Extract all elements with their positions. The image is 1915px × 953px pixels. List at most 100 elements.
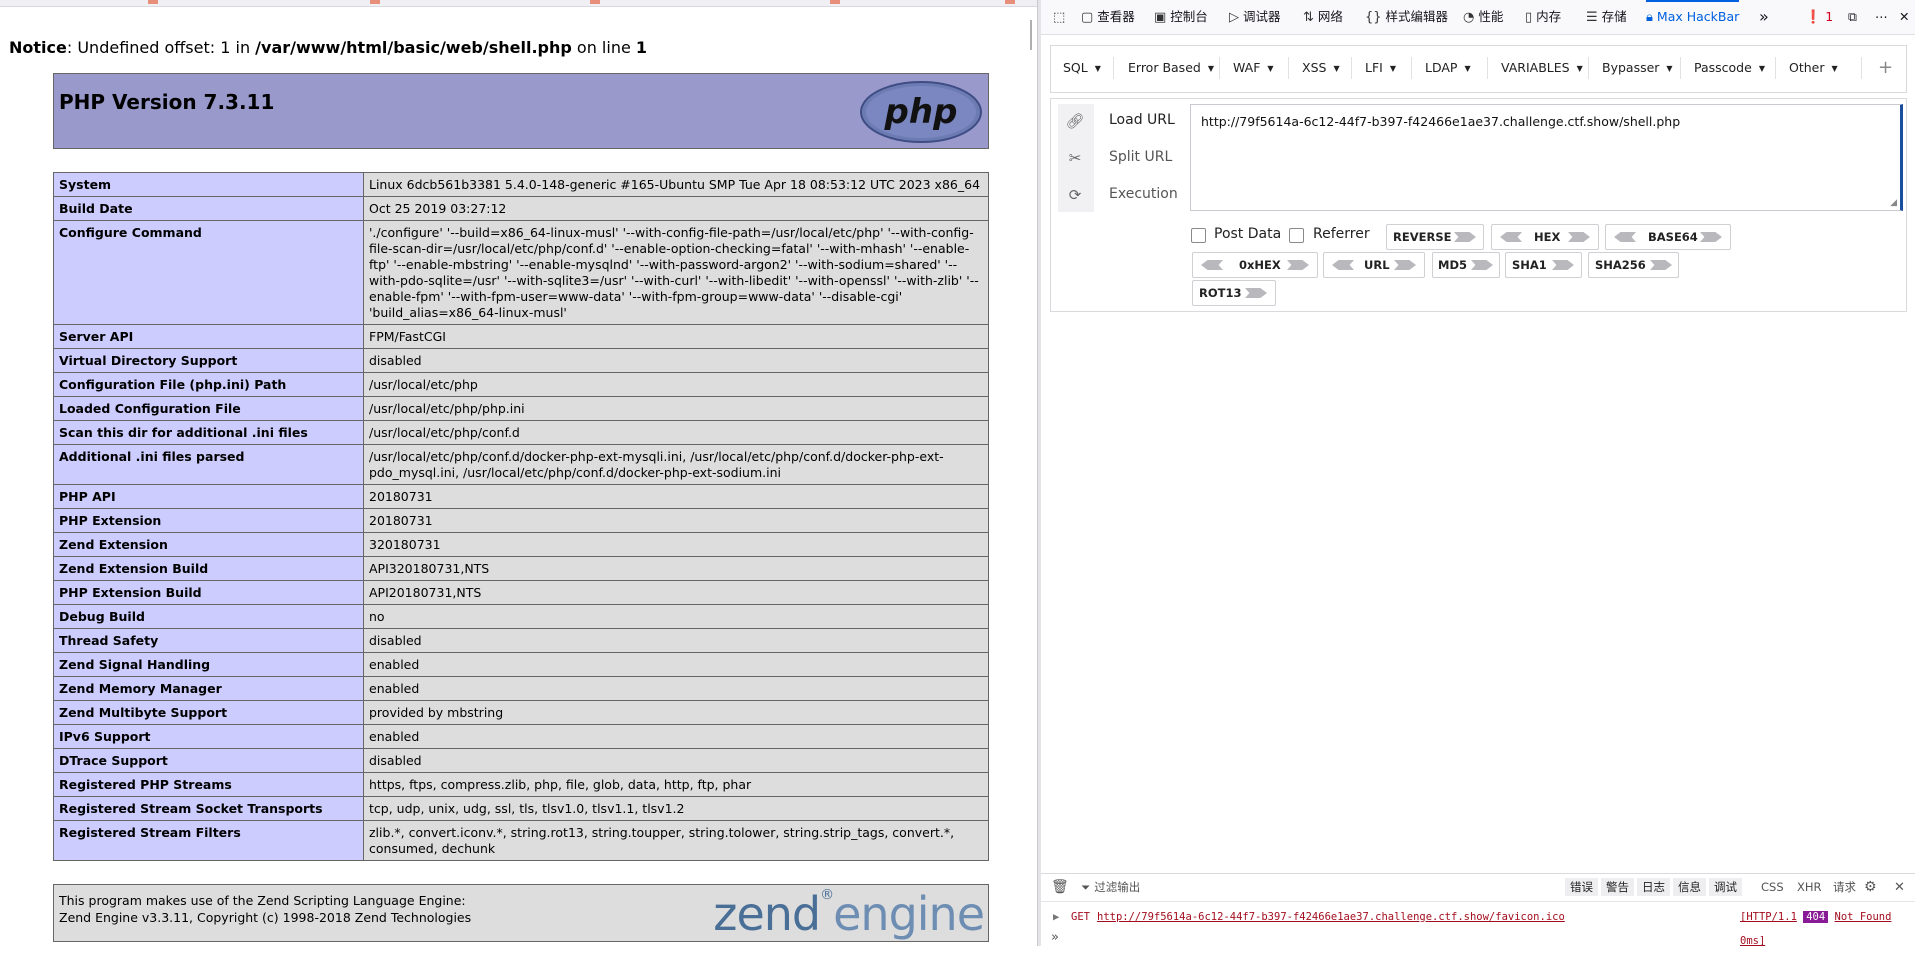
menu-xss[interactable]: XSS ▼: [1293, 54, 1349, 82]
oxhex-button[interactable]: 0xHEX: [1192, 252, 1318, 278]
info-value: Oct 25 2019 03:27:12: [363, 196, 989, 221]
hex-button[interactable]: HEX: [1491, 224, 1599, 250]
sha256-button[interactable]: SHA256: [1588, 252, 1679, 278]
menu-label: Bypasser: [1602, 60, 1660, 75]
console-input[interactable]: »: [1041, 930, 1915, 946]
info-row: PHP API 20180731: [53, 484, 989, 509]
menu-other[interactable]: Other ▼: [1780, 54, 1847, 82]
error-count: 1: [1825, 9, 1834, 24]
execution-button[interactable]: Execution: [1109, 186, 1178, 202]
tab-console[interactable]: ▣ 控制台: [1154, 0, 1208, 34]
close-icon[interactable]: ✕: [1899, 0, 1909, 34]
reverse-button[interactable]: REVERSE: [1386, 224, 1484, 250]
menu-dots-icon[interactable]: ⋯: [1875, 0, 1888, 34]
tab-memory[interactable]: ▯ 内存: [1525, 0, 1561, 34]
menu-lfi[interactable]: LFI ▼: [1356, 54, 1405, 82]
load-url-button[interactable]: Load URL: [1109, 112, 1175, 128]
filter-debug[interactable]: 调试: [1709, 878, 1742, 896]
info-value: API20180731,NTS: [363, 580, 989, 605]
info-key: Configure Command: [53, 220, 364, 325]
scissors-icon[interactable]: ✂: [1064, 147, 1086, 169]
filter-input[interactable]: ⏷ 过滤输出: [1081, 874, 1140, 901]
console-toolbar: 🗑︎ ⏷ 过滤输出 错误 警告 日志 信息 调试 CSS XHR 请求 ⚙ ✕: [1041, 873, 1915, 902]
tab-max-hackbar[interactable]: 🔒︎ Max HackBar: [1646, 0, 1740, 34]
dock-icon[interactable]: ⧉: [1848, 0, 1857, 34]
md5-button[interactable]: MD5: [1432, 252, 1500, 278]
console-message[interactable]: ▶ GET http://79f5614a-6c12-44f7-b397-f42…: [1041, 905, 1915, 947]
menu-sql[interactable]: SQL ▼: [1054, 54, 1110, 82]
resize-grip-icon[interactable]: ◢: [1890, 198, 1897, 208]
info-value: disabled: [363, 748, 989, 773]
referrer-checkbox[interactable]: [1289, 228, 1304, 243]
info-row: IPv6 Support enabled: [53, 724, 989, 749]
tab-performance[interactable]: ◔ 性能: [1463, 0, 1503, 34]
browser-tab-strip: [0, 0, 1037, 7]
menu-label: SQL: [1063, 60, 1088, 75]
close-console-icon[interactable]: ✕: [1894, 874, 1905, 901]
info-value: provided by mbstring: [363, 700, 989, 725]
menu-variables[interactable]: VARIABLES ▼: [1492, 54, 1592, 82]
info-value: enabled: [363, 652, 989, 677]
info-row: Registered Stream Socket Transports tcp, …: [53, 796, 989, 821]
filter-icon: ⏷: [1081, 880, 1091, 894]
split-url-button[interactable]: Split URL: [1109, 149, 1172, 165]
tab-storage[interactable]: ☰ 存储: [1586, 0, 1627, 34]
filter-errors[interactable]: 错误: [1565, 878, 1598, 896]
menu-waf[interactable]: WAF ▼: [1224, 54, 1283, 82]
request-url[interactable]: http://79f5614a-6c12-44f7-b397-f42466e1a…: [1097, 905, 1565, 929]
zend-text-line: This program makes use of the Zend Scrip…: [59, 893, 466, 908]
info-row: Scan this dir for additional .ini files /…: [53, 420, 989, 445]
rot13-button[interactable]: ROT13: [1192, 280, 1276, 306]
expand-arrow-icon[interactable]: ▶: [1053, 905, 1059, 929]
button-label: SHA1: [1512, 258, 1547, 272]
info-row: Configuration File (php.ini) Path/usr/lo…: [53, 372, 989, 397]
url-textarea[interactable]: http://79f5614a-6c12-44f7-b397-f42466e1a…: [1190, 104, 1903, 211]
element-picker-icon[interactable]: ⬚: [1053, 0, 1069, 34]
info-row: Zend Memory Manager enabled: [53, 676, 989, 701]
arrow-right-icon: [1700, 232, 1722, 242]
refresh-icon[interactable]: ⟳: [1064, 184, 1086, 206]
info-value: enabled: [363, 676, 989, 701]
braces-icon: {}: [1365, 10, 1382, 25]
devtools-panel: ⬚ ▢ 查看器 ▣ 控制台 ▷ 调试器 ⇅ 网络 {} 样式编辑器 ◔ 性能 ▯ 内存 ☰ 存储…: [1041, 0, 1915, 947]
filter-xhr[interactable]: XHR: [1797, 874, 1822, 901]
arrow-right-icon: [1471, 260, 1493, 270]
trash-icon[interactable]: 🗑︎: [1051, 874, 1069, 901]
info-row: Registered PHP Streams https, ftps, compr…: [53, 772, 989, 797]
notice-label: Notice: [9, 38, 67, 57]
tab-style-editor[interactable]: {} 样式编辑器: [1365, 0, 1448, 34]
info-row: System Linux 6dcb561b3381 5.4.0-148-gener…: [53, 172, 989, 197]
error-indicator[interactable]: ❗ 1: [1805, 0, 1833, 34]
filter-requests[interactable]: 请求: [1833, 874, 1856, 901]
gauge-icon: ◔: [1463, 10, 1475, 25]
info-row: Build Date Oct 25 2019 03:27:12: [53, 196, 989, 221]
menu-label: LFI: [1365, 60, 1383, 75]
menu-error-based[interactable]: Error Based ▼: [1119, 54, 1223, 82]
menu-bypasser[interactable]: Bypasser ▼: [1593, 54, 1682, 82]
tab-inspector[interactable]: ▢ 查看器: [1081, 0, 1135, 34]
base64-button[interactable]: BASE64: [1605, 224, 1731, 250]
tab-debugger[interactable]: ▷ 调试器: [1229, 0, 1281, 34]
button-label: SHA256: [1595, 258, 1646, 272]
link-icon[interactable]: 🔗︎: [1064, 110, 1086, 132]
menu-ldap[interactable]: LDAP ▼: [1416, 54, 1480, 82]
info-value: './configure' '--build=x86_64-linux-musl…: [363, 220, 989, 325]
add-menu-button[interactable]: +: [1869, 54, 1902, 82]
filter-css[interactable]: CSS: [1761, 874, 1784, 901]
info-key: Server API: [53, 324, 364, 349]
info-row: Zend Extension Build API320180731,NTS: [53, 556, 989, 581]
post-data-checkbox[interactable]: [1191, 228, 1206, 243]
settings-gear-icon[interactable]: ⚙: [1864, 874, 1877, 901]
filter-info[interactable]: 信息: [1673, 878, 1706, 896]
info-value: disabled: [363, 628, 989, 653]
sha1-button[interactable]: SHA1: [1505, 252, 1582, 278]
filter-warnings[interactable]: 警告: [1601, 878, 1634, 896]
menu-passcode[interactable]: Passcode ▼: [1685, 54, 1774, 82]
tab-network[interactable]: ⇅ 网络: [1303, 0, 1343, 34]
tab-label: 调试器: [1243, 9, 1281, 24]
filter-logs[interactable]: 日志: [1637, 878, 1670, 896]
arrow-right-icon: [1454, 232, 1476, 242]
url-encode-button[interactable]: URL: [1323, 252, 1425, 278]
info-row: Debug Build no: [53, 604, 989, 629]
more-tabs-icon[interactable]: »: [1759, 0, 1769, 34]
